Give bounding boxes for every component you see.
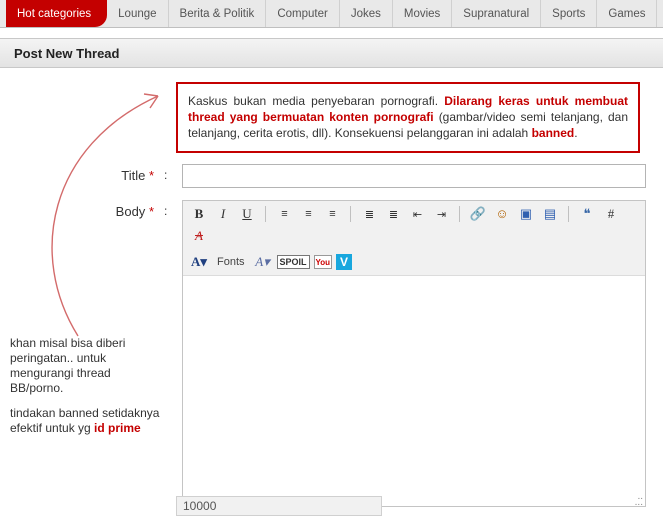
char-counter: 10000: [176, 496, 382, 516]
align-right-icon[interactable]: ≡: [322, 205, 342, 223]
attachment-icon[interactable]: ▤: [540, 205, 560, 223]
tab-hot-categories[interactable]: Hot categories: [6, 0, 107, 27]
body-textarea[interactable]: .....: [183, 276, 645, 506]
colon: :: [164, 164, 172, 182]
row-title: Title * :: [62, 164, 646, 188]
align-left-icon[interactable]: ≡: [274, 205, 294, 223]
font-size-icon[interactable]: A▾: [253, 253, 273, 271]
tab-lounge[interactable]: Lounge: [107, 0, 168, 27]
quote-icon[interactable]: ❝: [577, 205, 597, 223]
align-center-icon[interactable]: ≡: [298, 205, 318, 223]
tab-otomo[interactable]: Otomo: [657, 0, 663, 27]
row-body: Body * : B I U ≡ ≡ ≡ ≣ ≣ ⇤ ⇥ 🔗 ☺ ▣ ▤: [62, 200, 646, 507]
hash-button[interactable]: #: [601, 205, 621, 223]
nav-tabbar: Hot categories Lounge Berita & Politik C…: [0, 0, 663, 28]
tab-jokes[interactable]: Jokes: [340, 0, 393, 27]
italic-button[interactable]: I: [213, 205, 233, 223]
image-icon[interactable]: ▣: [516, 205, 536, 223]
editor-toolbar: B I U ≡ ≡ ≡ ≣ ≣ ⇤ ⇥ 🔗 ☺ ▣ ▤ ❝ # A: [183, 201, 645, 276]
smiley-icon[interactable]: ☺: [492, 205, 512, 223]
resize-grip-icon[interactable]: .....: [633, 494, 643, 504]
bold-button[interactable]: B: [189, 205, 209, 223]
list-ordered-icon[interactable]: ≣: [359, 205, 379, 223]
tab-computer[interactable]: Computer: [266, 0, 340, 27]
content-area: khan misal bisa diberi peringatan.. untu…: [0, 68, 663, 508]
underline-button[interactable]: U: [237, 205, 257, 223]
youtube-icon[interactable]: You: [314, 255, 333, 269]
spoiler-button[interactable]: SPOIL: [277, 255, 310, 269]
outdent-icon[interactable]: ⇤: [407, 205, 427, 223]
warning-box: Kaskus bukan media penyebaran pornografi…: [176, 82, 640, 153]
title-input[interactable]: [182, 164, 646, 188]
strike-icon[interactable]: A: [189, 227, 209, 245]
tab-berita-politik[interactable]: Berita & Politik: [169, 0, 267, 27]
page-title: Post New Thread: [0, 38, 663, 68]
tab-sports[interactable]: Sports: [541, 0, 597, 27]
editor: B I U ≡ ≡ ≡ ≣ ≣ ⇤ ⇥ 🔗 ☺ ▣ ▤ ❝ # A: [182, 200, 646, 507]
vimeo-icon[interactable]: V: [336, 254, 352, 270]
font-family-select[interactable]: Fonts: [213, 256, 249, 268]
title-label: Title *: [62, 164, 154, 183]
list-unordered-icon[interactable]: ≣: [383, 205, 403, 223]
tab-supranatural[interactable]: Supranatural: [452, 0, 541, 27]
font-color-icon[interactable]: A▾: [189, 253, 209, 271]
tab-games[interactable]: Games: [597, 0, 657, 27]
indent-icon[interactable]: ⇥: [431, 205, 451, 223]
colon: :: [164, 200, 172, 218]
link-icon[interactable]: 🔗: [468, 205, 488, 223]
body-label: Body *: [62, 200, 154, 219]
tab-movies[interactable]: Movies: [393, 0, 452, 27]
